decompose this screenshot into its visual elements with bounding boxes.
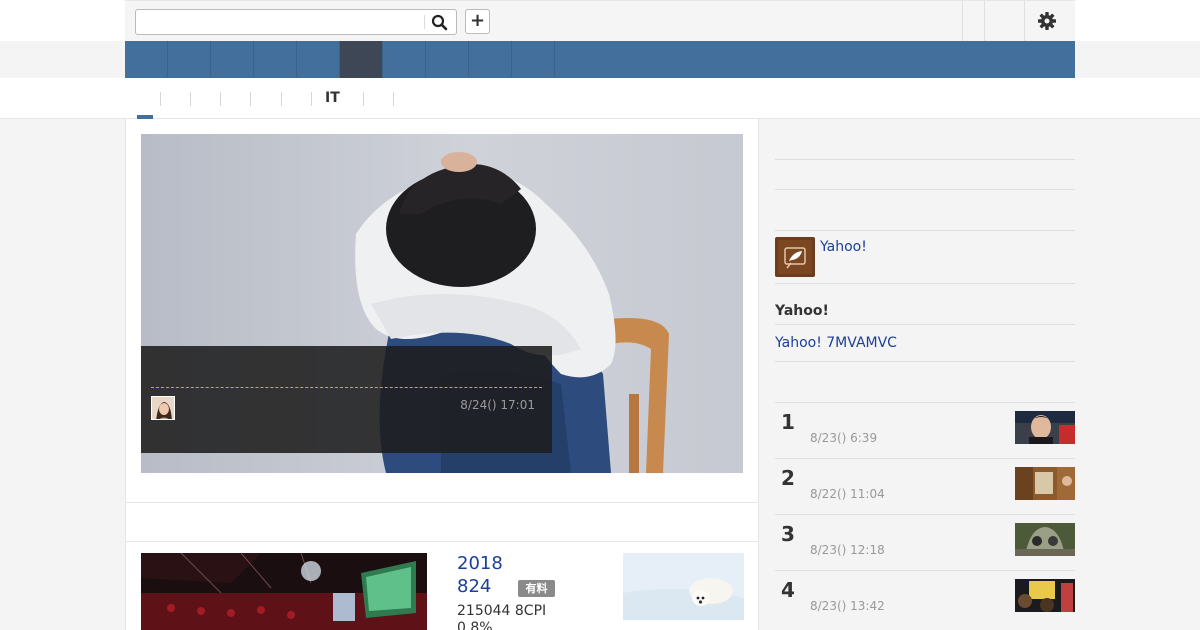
toolbar: + (125, 0, 1075, 42)
sidebar-divider (775, 189, 1075, 190)
hero-caption-panel: 8/24() 17:01 (141, 346, 552, 453)
ranking-thumbnail (1015, 467, 1075, 500)
toolbar-divider (1024, 1, 1025, 42)
subnav-tab[interactable] (225, 78, 245, 119)
nav-tab[interactable] (211, 41, 254, 78)
search-divider (424, 15, 425, 29)
subnav-divider (281, 92, 282, 106)
nav-tab[interactable] (168, 41, 211, 78)
subnav-tab-active[interactable] (137, 78, 153, 119)
ranking-thumbnail (1015, 523, 1075, 556)
nav-tab-active[interactable] (340, 41, 383, 78)
sidebar-divider (775, 230, 1075, 231)
ranking-timestamp: 8/23() 6:39 (810, 431, 878, 445)
ranking-number: 4 (781, 578, 795, 602)
ranking-timestamp: 8/22() 11:04 (810, 487, 885, 501)
sidebar: Yahoo! Yahoo! Yahoo! 7MVAMVC 1 8/23() 6:… (775, 119, 1075, 630)
gear-icon (1038, 12, 1056, 30)
sidebar-divider (775, 159, 1075, 160)
sidebar-divider (775, 283, 1075, 284)
search-button[interactable] (428, 12, 452, 32)
subnav-tab[interactable] (255, 78, 275, 119)
sidebar-link-yahoo[interactable]: Yahoo! (820, 239, 867, 255)
toolbar-divider (984, 1, 985, 42)
subnav-tab-it[interactable]: IT (325, 78, 350, 119)
subnav-divider (393, 92, 394, 106)
subnav-divider (250, 92, 251, 106)
add-button[interactable]: + (465, 9, 490, 34)
ranking-number: 2 (781, 466, 795, 490)
sidebar-divider (775, 361, 1075, 362)
ranking-number: 3 (781, 522, 795, 546)
main-nav (125, 41, 1075, 78)
ranking-number: 1 (781, 410, 795, 434)
search-input[interactable] (136, 10, 424, 34)
subnav-tab[interactable] (195, 78, 215, 119)
subnav-divider (190, 92, 191, 106)
sub-nav: IT (0, 78, 1200, 119)
subnav-tab[interactable] (368, 78, 388, 119)
ranking-item[interactable]: 4 8/23() 13:42 (775, 570, 1075, 626)
hero-timestamp: 8/24() 17:01 (460, 398, 535, 412)
subnav-tab[interactable] (165, 78, 185, 119)
article-description: 215044 8CPI 0.8% (457, 603, 597, 630)
sidebar-heading: Yahoo! (775, 303, 829, 319)
ranking-thumbnail (1015, 411, 1075, 444)
nav-tab[interactable] (125, 41, 168, 78)
search-box (135, 9, 457, 35)
subnav-divider (160, 92, 161, 106)
ranking-item[interactable]: 1 8/23() 6:39 (775, 402, 1075, 458)
nav-tab[interactable] (469, 41, 512, 78)
subnav-divider (220, 92, 221, 106)
paid-badge: 有料 (518, 580, 555, 597)
article-thumbnail[interactable] (623, 553, 744, 620)
feather-icon[interactable] (775, 237, 815, 277)
article-title-line: 2018 (457, 553, 503, 574)
ranking-timestamp: 8/23() 12:18 (810, 543, 885, 557)
nav-tab[interactable] (383, 41, 426, 78)
subnav-divider (311, 92, 312, 106)
article-description-line: 0.8% (457, 620, 493, 630)
toolbar-divider (962, 1, 963, 42)
nav-tab[interactable] (426, 41, 469, 78)
section-divider (126, 541, 758, 542)
plus-icon: + (469, 10, 486, 31)
article-image[interactable] (141, 553, 427, 630)
hero-article[interactable]: 8/24() 17:01 (141, 134, 743, 473)
ranking-timestamp: 8/23() 13:42 (810, 599, 885, 613)
nav-tab[interactable] (254, 41, 297, 78)
nav-tab[interactable] (512, 41, 555, 78)
nav-tab[interactable] (297, 41, 340, 78)
section-divider (126, 502, 758, 503)
article-description-line: 215044 8CPI (457, 603, 547, 619)
author-avatar (151, 396, 175, 420)
ranking-item[interactable]: 2 8/22() 11:04 (775, 458, 1075, 514)
search-icon (431, 14, 448, 31)
top-bar: + (0, 0, 1200, 42)
hero-caption-divider (151, 387, 542, 388)
settings-button[interactable] (1037, 11, 1057, 31)
ranking-item[interactable]: 3 8/23() 12:18 (775, 514, 1075, 570)
sidebar-link-yahoo-7mvamvc[interactable]: Yahoo! 7MVAMVC (775, 335, 897, 351)
main-column: 8/24() 17:01 2018 824 有料 215044 8CPI 0.8… (125, 119, 759, 630)
ranking-thumbnail (1015, 579, 1075, 612)
sidebar-divider (775, 324, 1075, 325)
subnav-divider (363, 92, 364, 106)
